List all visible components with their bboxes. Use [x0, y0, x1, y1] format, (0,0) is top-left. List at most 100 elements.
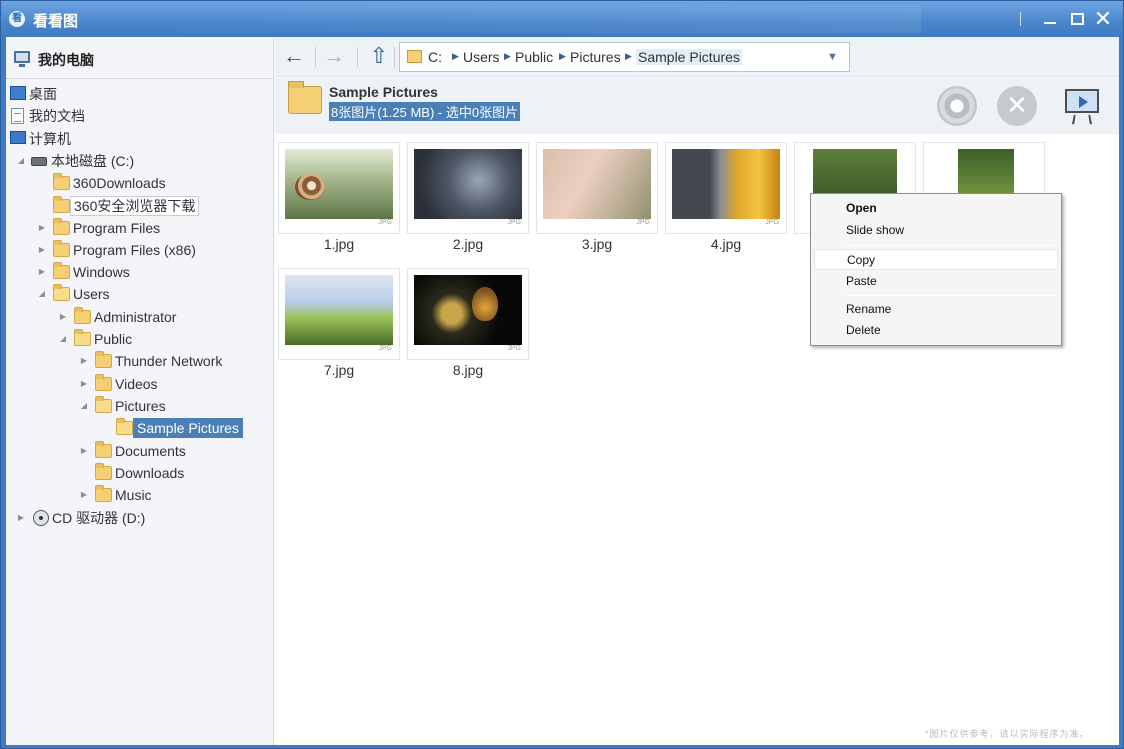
menu-item-copy[interactable]: Copy	[814, 249, 1058, 270]
tree-item-360-browser-downloads[interactable]: 360安全浏览器下载	[37, 196, 237, 216]
tree-item-my-documents[interactable]: 我的文档	[10, 106, 190, 126]
address-bar[interactable]: C: ▶ Users ▶ Public ▶ Pictures ▶ Sample …	[399, 42, 850, 72]
tree-item-program-files[interactable]: ▶ Program Files	[37, 218, 237, 238]
cd-drive-icon	[33, 510, 49, 526]
breadcrumb-drive-c[interactable]: C:	[428, 49, 442, 65]
expand-arrow-icon[interactable]: ▶	[79, 351, 89, 371]
tree-item-label-selected: Sample Pictures	[133, 418, 243, 438]
toolbar-separator	[315, 47, 316, 67]
tree-item-360downloads[interactable]: 360Downloads	[37, 173, 237, 193]
folder-icon	[95, 441, 112, 458]
up-folder-button[interactable]: ⇧	[366, 43, 392, 69]
maximize-button[interactable]	[1067, 9, 1087, 29]
expand-arrow-icon[interactable]: ▶	[79, 485, 89, 505]
tree-item-documents[interactable]: ▶ Documents	[79, 441, 259, 461]
sidebar-header-title: 我的电脑	[38, 52, 94, 68]
slideshow-icon	[1065, 89, 1099, 113]
menu-item-slide-show[interactable]: Slide show	[814, 220, 1058, 241]
folder-icon	[53, 240, 70, 257]
menu-item-delete[interactable]: Delete	[814, 320, 1058, 341]
collapse-arrow-icon[interactable]: ◢	[16, 151, 26, 171]
collapse-arrow-icon[interactable]: ◢	[37, 284, 47, 304]
collapse-arrow-icon[interactable]: ◢	[58, 329, 68, 349]
tree-item-label: 我的文档	[29, 108, 85, 124]
thumbnail-2[interactable]: JPG	[407, 142, 529, 234]
expand-arrow-icon[interactable]: ▶	[58, 307, 68, 327]
back-button[interactable]: ←	[281, 43, 307, 69]
thumbnail-name[interactable]: 7.jpg	[278, 362, 400, 378]
slideshow-button[interactable]	[1061, 86, 1103, 126]
expand-arrow-icon[interactable]: ▶	[37, 240, 47, 260]
menu-item-paste[interactable]: Paste	[814, 271, 1058, 292]
thumbnail-3[interactable]: JPG	[536, 142, 658, 234]
image-preview	[285, 275, 393, 345]
thumbnail-1[interactable]: JPG	[278, 142, 400, 234]
title-bar[interactable]: 看 看看图 ✕	[1, 1, 1123, 37]
tree-item-program-files-x86[interactable]: ▶ Program Files (x86)	[37, 240, 237, 260]
minimize-icon	[1044, 22, 1056, 24]
tree-item-label: Public	[94, 331, 133, 347]
file-type-tag: JPG	[636, 219, 650, 226]
image-preview	[543, 149, 651, 219]
file-type-tag: JPG	[765, 219, 779, 226]
tree-item-label: Thunder Network	[115, 353, 223, 369]
thumbnail-name[interactable]: 4.jpg	[665, 236, 787, 252]
rotate-button[interactable]	[937, 86, 977, 126]
breadcrumb-arrow-icon[interactable]: ▶	[625, 51, 632, 62]
tree-item-sample-pictures[interactable]: Sample Pictures	[100, 418, 270, 438]
expand-arrow-icon[interactable]: ▶	[79, 441, 89, 461]
expand-arrow-icon[interactable]: ▶	[79, 374, 89, 394]
toolbar-separator	[357, 47, 358, 67]
file-type-tag: JPG	[378, 345, 392, 352]
minimize-button[interactable]	[1040, 9, 1060, 29]
menu-item-open[interactable]: Open	[814, 198, 1058, 219]
thumbnail-8[interactable]: JPG	[407, 268, 529, 360]
tree-item-computer[interactable]: 计算机	[10, 129, 190, 149]
tree-item-public[interactable]: ◢ Public	[58, 329, 258, 349]
breadcrumb-users[interactable]: Users	[463, 49, 500, 65]
tree-item-music[interactable]: ▶ Music	[79, 485, 259, 505]
sidebar-header: 我的电脑	[6, 37, 274, 79]
close-button[interactable]: ✕	[1093, 8, 1113, 30]
tree-item-pictures[interactable]: ◢ Pictures	[79, 396, 259, 416]
tree-item-users[interactable]: ◢ Users	[37, 284, 237, 304]
expand-arrow-icon[interactable]: ▶	[16, 508, 26, 528]
menu-item-rename[interactable]: Rename	[814, 299, 1058, 320]
breadcrumb-arrow-icon[interactable]: ▶	[504, 51, 511, 62]
tree-item-videos[interactable]: ▶ Videos	[79, 374, 259, 394]
breadcrumb-arrow-icon[interactable]: ▶	[452, 51, 459, 62]
title-separator	[1020, 12, 1021, 26]
tree-item-desktop[interactable]: 桌面	[10, 84, 190, 104]
tree-item-label: Program Files (x86)	[73, 242, 196, 258]
collapse-arrow-icon[interactable]: ◢	[79, 396, 89, 416]
folder-icon	[53, 196, 70, 213]
tree-item-label: 桌面	[29, 86, 57, 102]
expand-arrow-icon[interactable]: ▶	[37, 262, 47, 282]
easel-legs-icon	[1071, 114, 1093, 125]
thumbnail-name[interactable]: 2.jpg	[407, 236, 529, 252]
thumbnail-name[interactable]: 8.jpg	[407, 362, 529, 378]
tree-item-downloads[interactable]: Downloads	[79, 463, 259, 483]
expand-arrow-icon[interactable]: ▶	[37, 218, 47, 238]
address-dropdown-icon[interactable]: ▼	[827, 51, 838, 63]
tree-item-administrator[interactable]: ▶ Administrator	[58, 307, 258, 327]
window-title: 看看图	[33, 13, 79, 30]
delete-button[interactable]: ✕	[997, 86, 1037, 126]
tree-item-label: Program Files	[73, 220, 161, 236]
thumbnail-7[interactable]: JPG	[278, 268, 400, 360]
thumbnail-4[interactable]: JPG	[665, 142, 787, 234]
forward-button[interactable]: →	[321, 43, 347, 69]
tree-item-thunder-network[interactable]: ▶ Thunder Network	[79, 351, 279, 371]
app-window: 看 看看图 ✕ 我的电脑 桌面 我的文档 计算机 ◢ 本地磁盘 (C:) 360…	[0, 0, 1124, 749]
tree-item-cd-drive-d[interactable]: ▶ CD 驱动器 (D:)	[16, 508, 216, 528]
tree-item-local-disk-c[interactable]: ◢ 本地磁盘 (C:)	[16, 151, 216, 171]
breadcrumb-arrow-icon[interactable]: ▶	[559, 51, 566, 62]
breadcrumb-sample-pictures[interactable]: Sample Pictures	[636, 49, 742, 65]
breadcrumb-public[interactable]: Public	[515, 49, 553, 65]
thumbnail-name[interactable]: 3.jpg	[536, 236, 658, 252]
breadcrumb-pictures[interactable]: Pictures	[570, 49, 621, 65]
tree-item-label: Downloads	[115, 465, 185, 481]
thumbnail-name[interactable]: 1.jpg	[278, 236, 400, 252]
tree-item-windows[interactable]: ▶ Windows	[37, 262, 237, 282]
tree-item-label: CD 驱动器 (D:)	[52, 510, 146, 526]
